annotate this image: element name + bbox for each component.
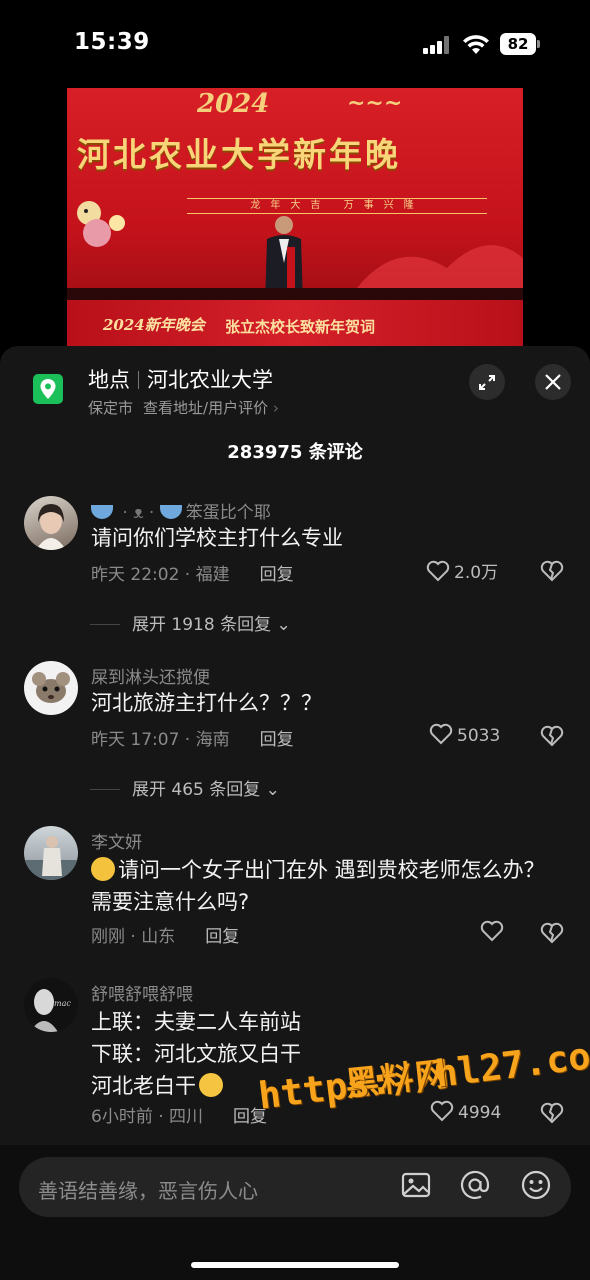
comment-meta: 昨天 22:02 · 福建 回复: [91, 565, 294, 585]
svg-text:mac: mac: [54, 999, 71, 1008]
location-city: 保定市: [88, 399, 134, 417]
image-icon[interactable]: [400, 1169, 432, 1201]
like-button[interactable]: 2.0万: [426, 558, 498, 583]
mention-icon[interactable]: [459, 1169, 491, 1201]
like-button[interactable]: 5033: [429, 723, 500, 746]
comment-meta: 6小时前 · 四川 回复: [91, 1107, 268, 1127]
broken-heart-icon[interactable]: [540, 922, 564, 944]
heart-icon: [429, 723, 453, 745]
expand-replies[interactable]: 展开 1918 条回复 ⌄: [90, 610, 291, 635]
comment-input-bar: 善语结善缘，恶言伤人心: [0, 1145, 590, 1280]
expand-icon: [479, 375, 495, 390]
like-button[interactable]: [480, 920, 508, 943]
expand-button[interactable]: [469, 364, 505, 400]
dragon-mascot-icon: [77, 201, 125, 247]
expand-replies[interactable]: 展开 465 条回复 ⌄: [90, 775, 280, 800]
comment-meta: 刚刚 · 山东 回复: [91, 927, 240, 947]
tears-of-joy-emoji-icon: [199, 1073, 223, 1097]
bowl-emoji-icon: [159, 505, 182, 519]
broken-heart-icon[interactable]: [540, 560, 564, 582]
close-icon: [545, 374, 561, 390]
banner-ornament: 2024 ~~~: [196, 89, 402, 119]
reply-button[interactable]: 回复: [260, 730, 294, 750]
avatar[interactable]: [24, 496, 78, 550]
location-name: 河北农业大学: [147, 368, 273, 392]
battery-icon: 82: [500, 33, 540, 55]
avatar[interactable]: mac: [24, 978, 78, 1032]
comment-input-placeholder: 善语结善缘，恶言伤人心: [38, 1179, 258, 1203]
avatar[interactable]: [24, 661, 78, 715]
broken-heart-icon[interactable]: [540, 725, 564, 747]
reply-button[interactable]: 回复: [260, 565, 294, 585]
video-player[interactable]: 2024 ~~~ 河北农业大学新年晚 龙年大吉 万事兴隆 2024新年晚会 张立…: [67, 88, 523, 346]
svg-text:~~~: ~~~: [347, 90, 402, 116]
location-title[interactable]: 地点 河北农业大学: [88, 364, 273, 394]
location-label: 地点: [88, 368, 130, 392]
heart-icon: [480, 920, 504, 942]
location-subtitle[interactable]: 保定市 查看地址/用户评价 ›: [88, 397, 279, 418]
comment-text: 请问一个女子出门在外 遇到贵校老师怎么办？需要注意什么吗?: [91, 857, 545, 914]
bowl-emoji-icon: [91, 505, 113, 519]
comment-author[interactable]: 舒喂舒喂舒喂: [91, 980, 193, 1005]
like-button[interactable]: 4994: [430, 1100, 501, 1123]
svg-text:2024: 2024: [196, 89, 269, 119]
comment-meta: 昨天 17:07 · 海南 回复: [91, 730, 294, 750]
location-pin-icon: [33, 374, 63, 404]
comment-text: 请问你们学校主打什么专业: [91, 526, 343, 550]
battery-level: 82: [500, 33, 536, 55]
comment-author[interactable]: 屎到淋头还搅便: [91, 663, 210, 688]
location-detail-link[interactable]: 查看地址/用户评价: [143, 399, 268, 417]
video-banner-title: 河北农业大学新年晚: [77, 135, 401, 174]
comment-line: 上联：夫妻二人车前站: [91, 1010, 301, 1034]
video-slogan: 龙年大吉 万事兴隆: [187, 198, 487, 214]
video-caption-speech: 张立杰校长致新年贺词: [225, 318, 376, 336]
comment-author[interactable]: 李文妍: [91, 828, 142, 853]
comment-author[interactable]: · ᴥ · 笨蛋比个耶: [91, 498, 271, 523]
heart-icon: [430, 1100, 454, 1122]
cellular-signal-icon: [423, 36, 451, 54]
comment-text: 河北旅游主打什么？？？: [91, 691, 322, 715]
video-caption-event: 2024新年晚会: [103, 316, 205, 334]
avatar[interactable]: [24, 826, 78, 880]
comment-sheet: 地点 河北农业大学 保定市 查看地址/用户评价 › 283975 条评论 · ᴥ ·…: [0, 346, 590, 1280]
emoji-icon[interactable]: [520, 1169, 552, 1201]
home-indicator[interactable]: [191, 1262, 399, 1268]
close-button[interactable]: [535, 364, 571, 400]
status-bar: 15:39 82: [0, 0, 590, 88]
cat-face-emoji-icon: [91, 857, 115, 881]
heart-icon: [426, 560, 450, 582]
comment-count: 283975 条评论: [227, 442, 363, 463]
broken-heart-icon[interactable]: [540, 1102, 564, 1124]
wifi-icon: [463, 35, 489, 54]
reply-button[interactable]: 回复: [205, 927, 239, 947]
status-time: 15:39: [74, 29, 150, 55]
